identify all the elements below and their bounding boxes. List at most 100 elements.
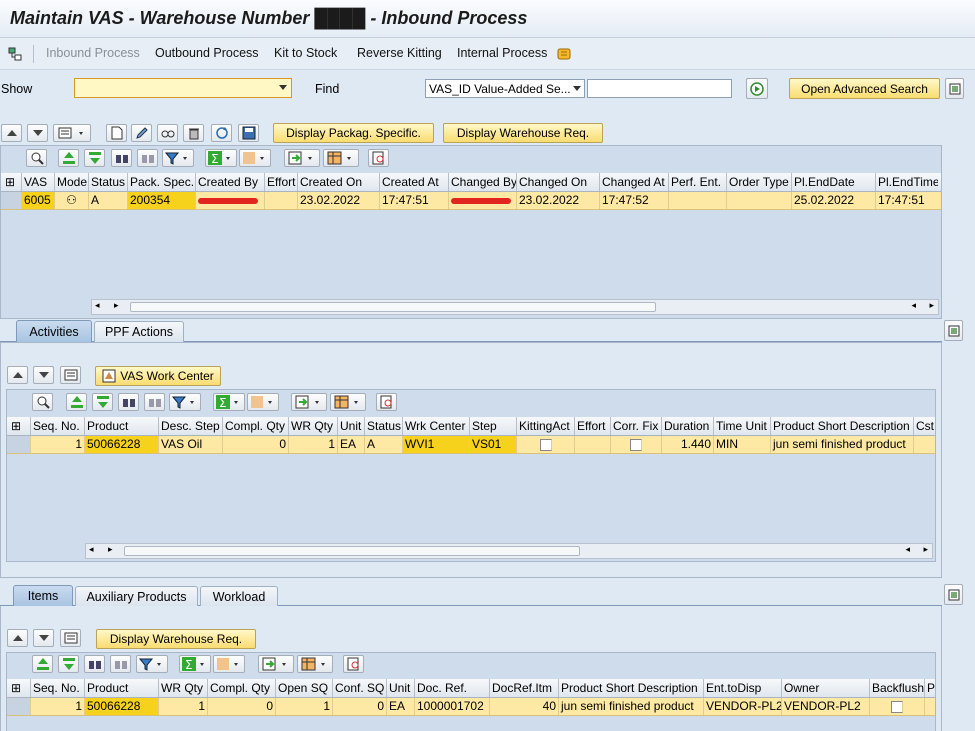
col-wr-qty[interactable]: WR Qty <box>159 679 208 697</box>
col-seq-no[interactable]: Seq. No. <box>31 679 85 697</box>
filter-button[interactable] <box>169 393 201 411</box>
row-selector[interactable] <box>7 698 31 715</box>
display-packaging-specification-button[interactable]: Display Packag. Specific. <box>273 123 434 143</box>
activities-horizontal-scrollbar[interactable]: ◂ ▸ ◂ ▸ <box>85 543 933 559</box>
total-button[interactable]: Σ <box>179 655 211 673</box>
find-button[interactable] <box>111 149 132 167</box>
col-effort[interactable]: Effort <box>575 417 611 435</box>
display-change-button[interactable] <box>157 124 178 142</box>
print-preview-button[interactable] <box>368 149 389 167</box>
col-vas[interactable]: VAS <box>22 173 55 191</box>
details-button[interactable] <box>26 149 47 167</box>
col-pack-spec[interactable]: Pack. Spec. <box>128 173 196 191</box>
find-next-button[interactable] <box>110 655 131 673</box>
sort-descending-button[interactable] <box>58 655 79 673</box>
menu-kit-to-stock[interactable]: Kit to Stock <box>274 46 337 60</box>
execute-search-button[interactable] <box>746 78 768 99</box>
change-layout-button[interactable] <box>330 393 366 411</box>
tab-auxiliary-products[interactable]: Auxiliary Products <box>75 586 198 606</box>
export-button[interactable] <box>258 655 294 673</box>
col-doc-ref[interactable]: Doc. Ref. <box>415 679 490 697</box>
sort-ascending-button[interactable] <box>58 149 79 167</box>
layout-menu-button[interactable] <box>53 124 91 142</box>
layout-menu-button[interactable] <box>60 629 81 647</box>
col-created-by[interactable]: Created By <box>196 173 265 191</box>
cell-step[interactable]: VS01 <box>470 436 517 453</box>
scroll-icon[interactable] <box>556 46 572 62</box>
scroll-up-button[interactable] <box>7 366 28 384</box>
scroll-up-button[interactable] <box>1 124 22 142</box>
scroll-right-icon[interactable]: ▸ <box>923 545 928 555</box>
refresh-button[interactable] <box>211 124 232 142</box>
details-button[interactable] <box>32 393 53 411</box>
col-created-at[interactable]: Created At <box>380 173 449 191</box>
sort-descending-button[interactable] <box>92 393 113 411</box>
table-row[interactable]: 6005 ⚇ A 200354 23.02.2022 17:47:51 23.0… <box>1 192 941 210</box>
sort-descending-button[interactable] <box>84 149 105 167</box>
scroll-right-icon[interactable]: ▸ <box>108 545 113 555</box>
col-product-short-description[interactable]: Product Short Description <box>771 417 914 435</box>
col-effort[interactable]: Effort <box>265 173 298 191</box>
find-field-select[interactable]: VAS_ID Value-Added Se... <box>425 79 585 98</box>
subtotal-button[interactable] <box>247 393 279 411</box>
col-order-type[interactable]: Order Type <box>727 173 792 191</box>
cell-vas[interactable]: 6005 <box>22 192 55 209</box>
row-selector[interactable] <box>1 192 22 209</box>
menu-outbound-process[interactable]: Outbound Process <box>155 46 259 60</box>
maximize-panel-button[interactable] <box>944 584 963 605</box>
col-doc-ref-itm[interactable]: DocRef.Itm <box>490 679 559 697</box>
col-unit[interactable]: Unit <box>338 417 365 435</box>
display-warehouse-request-button[interactable]: Display Warehouse Req. <box>443 123 603 143</box>
find-next-button[interactable] <box>144 393 165 411</box>
col-product-short-description[interactable]: Product Short Description <box>559 679 704 697</box>
col-status[interactable]: Status <box>89 173 128 191</box>
scroll-down-button[interactable] <box>33 629 54 647</box>
col-compl-qty[interactable]: Compl. Qty <box>223 417 289 435</box>
kitting-act-checkbox[interactable] <box>539 439 552 451</box>
export-button[interactable] <box>291 393 327 411</box>
col-compl-qty[interactable]: Compl. Qty <box>208 679 276 697</box>
find-next-button[interactable] <box>137 149 158 167</box>
subtotal-button[interactable] <box>239 149 271 167</box>
table-row[interactable]: 1 50066228 VAS Oil 0 1 EA A WVI1 VS01 1.… <box>7 436 935 454</box>
total-button[interactable]: Σ <box>213 393 245 411</box>
scroll-right-icon[interactable]: ▸ <box>114 301 119 311</box>
tab-workload[interactable]: Workload <box>200 586 278 606</box>
row-selector[interactable] <box>7 436 31 453</box>
scroll-thumb[interactable] <box>130 302 656 312</box>
col-perf-ent[interactable]: Perf. Ent. <box>669 173 727 191</box>
col-pl-end-time[interactable]: Pl.EndTime <box>876 173 938 191</box>
col-product[interactable]: Product <box>85 679 159 697</box>
col-pl-end-date[interactable]: Pl.EndDate <box>792 173 876 191</box>
total-button[interactable]: Σ <box>205 149 237 167</box>
scroll-left-icon[interactable]: ◂ <box>905 545 910 555</box>
col-step[interactable]: Step <box>470 417 517 435</box>
print-preview-button[interactable] <box>376 393 397 411</box>
change-layout-button[interactable] <box>297 655 333 673</box>
vas-horizontal-scrollbar[interactable]: ◂ ▸ ◂ ▸ <box>91 299 939 315</box>
col-backflush[interactable]: Backflush <box>870 679 925 697</box>
col-owner[interactable]: Owner <box>782 679 870 697</box>
layout-menu-button[interactable] <box>60 366 81 384</box>
col-desc-step[interactable]: Desc. Step <box>159 417 223 435</box>
col-kitting-act[interactable]: KittingAct <box>517 417 575 435</box>
cell-product[interactable]: 50066228 <box>85 698 159 715</box>
table-row[interactable]: 1 50066228 1 0 1 0 EA 1000001702 40 jun … <box>7 698 935 716</box>
col-pc[interactable]: Pc <box>925 679 935 697</box>
select-all-icon[interactable]: ⊞ <box>7 417 31 435</box>
scroll-down-button[interactable] <box>33 366 54 384</box>
subtotal-button[interactable] <box>213 655 245 673</box>
sort-ascending-button[interactable] <box>66 393 87 411</box>
col-unit[interactable]: Unit <box>387 679 415 697</box>
maximize-panel-button[interactable] <box>944 320 963 341</box>
open-advanced-search-button[interactable]: Open Advanced Search <box>789 78 940 99</box>
col-status[interactable]: Status <box>365 417 403 435</box>
col-changed-at[interactable]: Changed At <box>600 173 669 191</box>
scroll-thumb[interactable] <box>124 546 580 556</box>
col-mode[interactable]: Mode <box>55 173 89 191</box>
col-duration[interactable]: Duration <box>662 417 714 435</box>
col-changed-on[interactable]: Changed On <box>517 173 600 191</box>
filter-button[interactable] <box>162 149 194 167</box>
menu-internal-process[interactable]: Internal Process <box>457 46 547 60</box>
layout-toggle-button[interactable] <box>945 78 964 99</box>
